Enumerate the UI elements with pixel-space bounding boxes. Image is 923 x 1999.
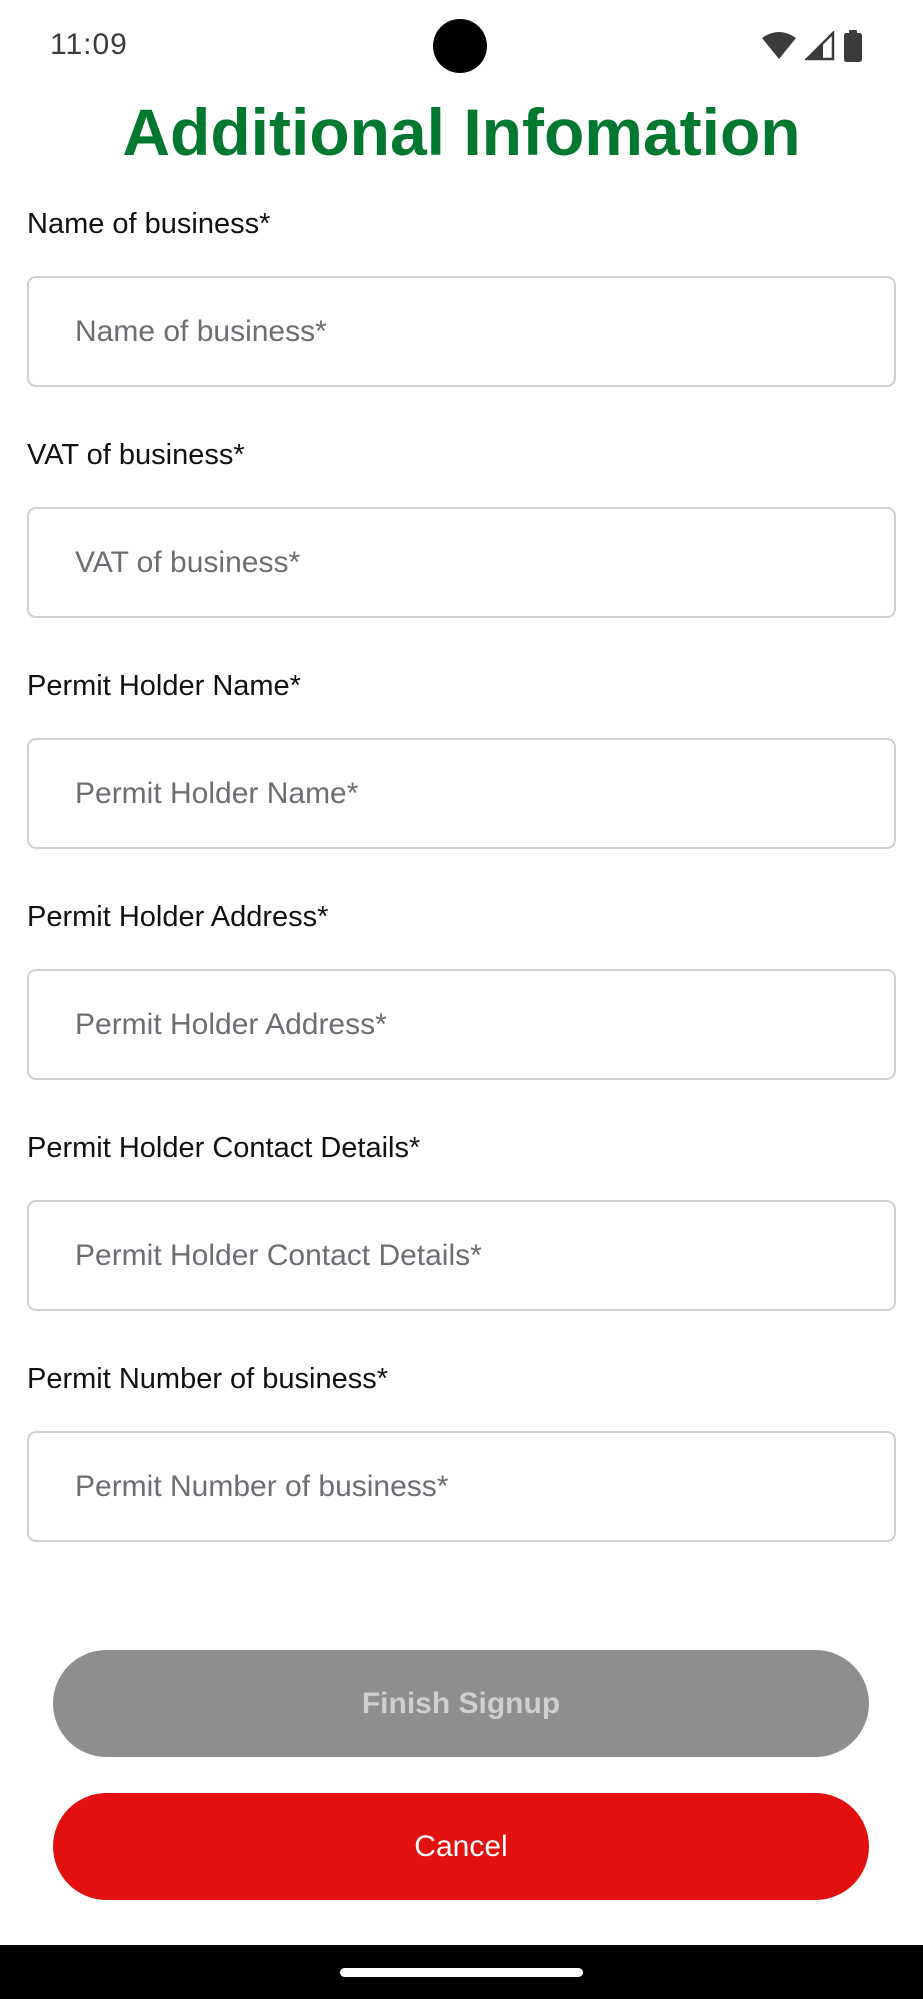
vat-input[interactable] (27, 507, 896, 618)
field-label: Permit Holder Name* (27, 670, 301, 702)
navigation-bar (0, 1945, 923, 1999)
field-label: Permit Holder Address* (27, 901, 329, 933)
field-permit-holder-contact: Permit Holder Contact Details* (27, 1128, 896, 1311)
field-vat-of-business: VAT of business* (27, 435, 896, 618)
signal-icon (805, 31, 835, 61)
page-title: Additional Infomation (122, 95, 801, 169)
permit-number-input[interactable] (27, 1431, 896, 1542)
field-permit-number: Permit Number of business* (27, 1359, 896, 1542)
business-name-input[interactable] (27, 276, 896, 387)
permit-holder-address-input[interactable] (27, 969, 896, 1080)
battery-icon (843, 30, 863, 62)
field-permit-holder-name: Permit Holder Name* (27, 666, 896, 849)
field-name-of-business: Name of business* (27, 204, 896, 387)
field-label: Permit Number of business* (27, 1363, 389, 1395)
status-bar: 11:09 (0, 0, 923, 96)
status-icons (761, 30, 863, 62)
field-label: Permit Holder Contact Details* (27, 1132, 421, 1164)
wifi-icon (761, 31, 797, 61)
status-time: 11:09 (50, 28, 128, 61)
finish-signup-button[interactable]: Finish Signup (53, 1650, 869, 1757)
cancel-button[interactable]: Cancel (53, 1793, 869, 1900)
field-label: Name of business* (27, 208, 271, 240)
field-permit-holder-address: Permit Holder Address* (27, 897, 896, 1080)
field-label: VAT of business* (27, 439, 245, 471)
home-gesture-handle[interactable] (340, 1968, 583, 1977)
camera-cutout (433, 19, 487, 73)
permit-holder-name-input[interactable] (27, 738, 896, 849)
permit-holder-contact-input[interactable] (27, 1200, 896, 1311)
